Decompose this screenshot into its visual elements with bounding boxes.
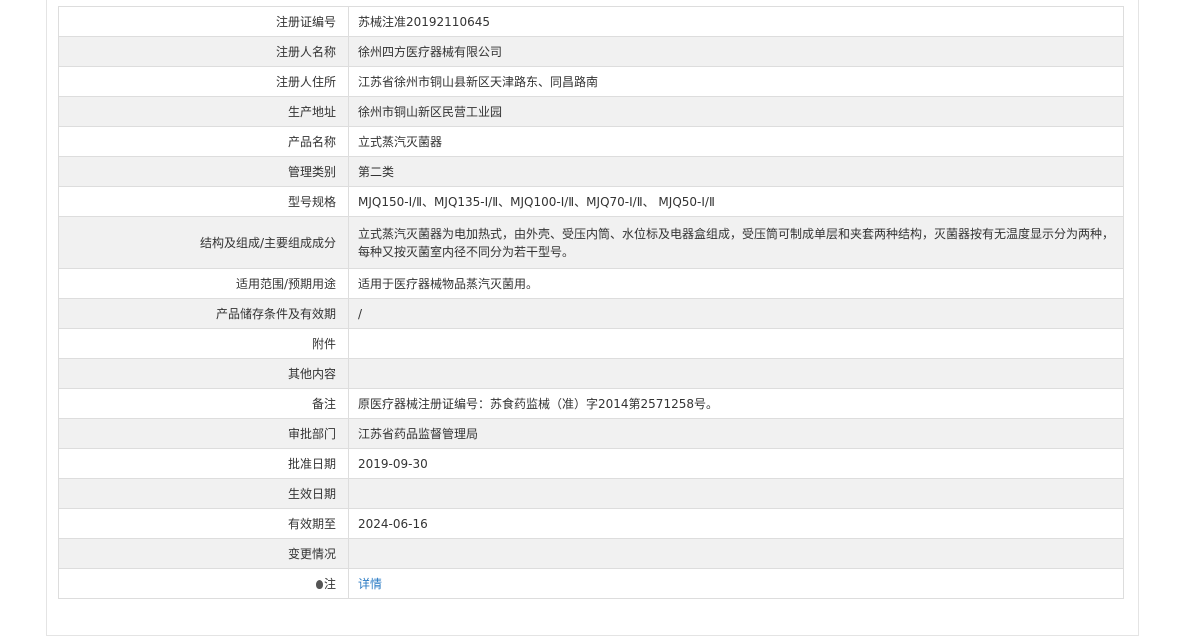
value-effective-date <box>348 478 1124 509</box>
label-storage-validity: 产品储存条件及有效期 <box>58 298 349 329</box>
value-model-spec: MJQ150-Ⅰ/Ⅱ、MJQ135-Ⅰ/Ⅱ、MJQ100-Ⅰ/Ⅱ、MJQ70-Ⅰ… <box>348 186 1124 217</box>
row-storage-validity: 产品储存条件及有效期 / <box>58 298 1124 329</box>
value-change-status <box>348 538 1124 569</box>
row-other-content: 其他内容 <box>58 358 1124 389</box>
registration-detail-table: 注册证编号 苏械注准20192110645 注册人名称 徐州四方医疗器械有限公司… <box>58 6 1124 599</box>
label-model-spec: 型号规格 <box>58 186 349 217</box>
label-effective-date: 生效日期 <box>58 478 349 509</box>
label-change-status: 变更情况 <box>58 538 349 569</box>
label-registrant-name: 注册人名称 <box>58 36 349 67</box>
label-registration-number: 注册证编号 <box>58 6 349 37</box>
row-registrant-name: 注册人名称 徐州四方医疗器械有限公司 <box>58 36 1124 67</box>
row-management-category: 管理类别 第二类 <box>58 156 1124 187</box>
label-structure-composition: 结构及组成/主要组成成分 <box>58 216 349 269</box>
label-other-content: 其他内容 <box>58 358 349 389</box>
row-model-spec: 型号规格 MJQ150-Ⅰ/Ⅱ、MJQ135-Ⅰ/Ⅱ、MJQ100-Ⅰ/Ⅱ、MJ… <box>58 186 1124 217</box>
label-registrant-address: 注册人住所 <box>58 66 349 97</box>
row-attachments: 附件 <box>58 328 1124 359</box>
row-approval-department: 审批部门 江苏省药品监督管理局 <box>58 418 1124 449</box>
value-approval-date: 2019-09-30 <box>348 448 1124 479</box>
value-production-address: 徐州市铜山新区民营工业园 <box>348 96 1124 127</box>
row-note: 注 详情 <box>58 568 1124 599</box>
label-attachments: 附件 <box>58 328 349 359</box>
value-structure-composition: 立式蒸汽灭菌器为电加热式，由外壳、受压内筒、水位标及电器盒组成，受压筒可制成单层… <box>348 216 1124 269</box>
label-approval-date: 批准日期 <box>58 448 349 479</box>
label-approval-department: 审批部门 <box>58 418 349 449</box>
label-product-name: 产品名称 <box>58 126 349 157</box>
row-change-status: 变更情况 <box>58 538 1124 569</box>
row-registrant-address: 注册人住所 江苏省徐州市铜山县新区天津路东、同昌路南 <box>58 66 1124 97</box>
label-intended-use: 适用范围/预期用途 <box>58 268 349 299</box>
row-production-address: 生产地址 徐州市铜山新区民营工业园 <box>58 96 1124 127</box>
label-note: 注 <box>58 568 349 599</box>
value-other-content <box>348 358 1124 389</box>
row-registration-number: 注册证编号 苏械注准20192110645 <box>58 6 1124 37</box>
value-registrant-name: 徐州四方医疗器械有限公司 <box>348 36 1124 67</box>
label-production-address: 生产地址 <box>58 96 349 127</box>
label-remarks: 备注 <box>58 388 349 419</box>
row-product-name: 产品名称 立式蒸汽灭菌器 <box>58 126 1124 157</box>
label-management-category: 管理类别 <box>58 156 349 187</box>
value-registration-number: 苏械注准20192110645 <box>348 6 1124 37</box>
value-management-category: 第二类 <box>348 156 1124 187</box>
details-link[interactable]: 详情 <box>358 577 382 591</box>
note-label: 注 <box>323 576 336 591</box>
value-remarks: 原医疗器械注册证编号：苏食药监械（准）字2014第2571258号。 <box>348 388 1124 419</box>
value-note: 详情 <box>348 568 1124 599</box>
value-storage-validity: / <box>348 298 1124 329</box>
value-intended-use: 适用于医疗器械物品蒸汽灭菌用。 <box>348 268 1124 299</box>
bulb-icon <box>315 579 323 589</box>
value-attachments <box>348 328 1124 359</box>
row-valid-until: 有效期至 2024-06-16 <box>58 508 1124 539</box>
row-remarks: 备注 原医疗器械注册证编号：苏食药监械（准）字2014第2571258号。 <box>58 388 1124 419</box>
row-approval-date: 批准日期 2019-09-30 <box>58 448 1124 479</box>
label-valid-until: 有效期至 <box>58 508 349 539</box>
value-approval-department: 江苏省药品监督管理局 <box>348 418 1124 449</box>
row-intended-use: 适用范围/预期用途 适用于医疗器械物品蒸汽灭菌用。 <box>58 268 1124 299</box>
value-product-name: 立式蒸汽灭菌器 <box>348 126 1124 157</box>
row-structure-composition: 结构及组成/主要组成成分 立式蒸汽灭菌器为电加热式，由外壳、受压内筒、水位标及电… <box>58 216 1124 269</box>
row-effective-date: 生效日期 <box>58 478 1124 509</box>
value-valid-until: 2024-06-16 <box>348 508 1124 539</box>
value-registrant-address: 江苏省徐州市铜山县新区天津路东、同昌路南 <box>348 66 1124 97</box>
